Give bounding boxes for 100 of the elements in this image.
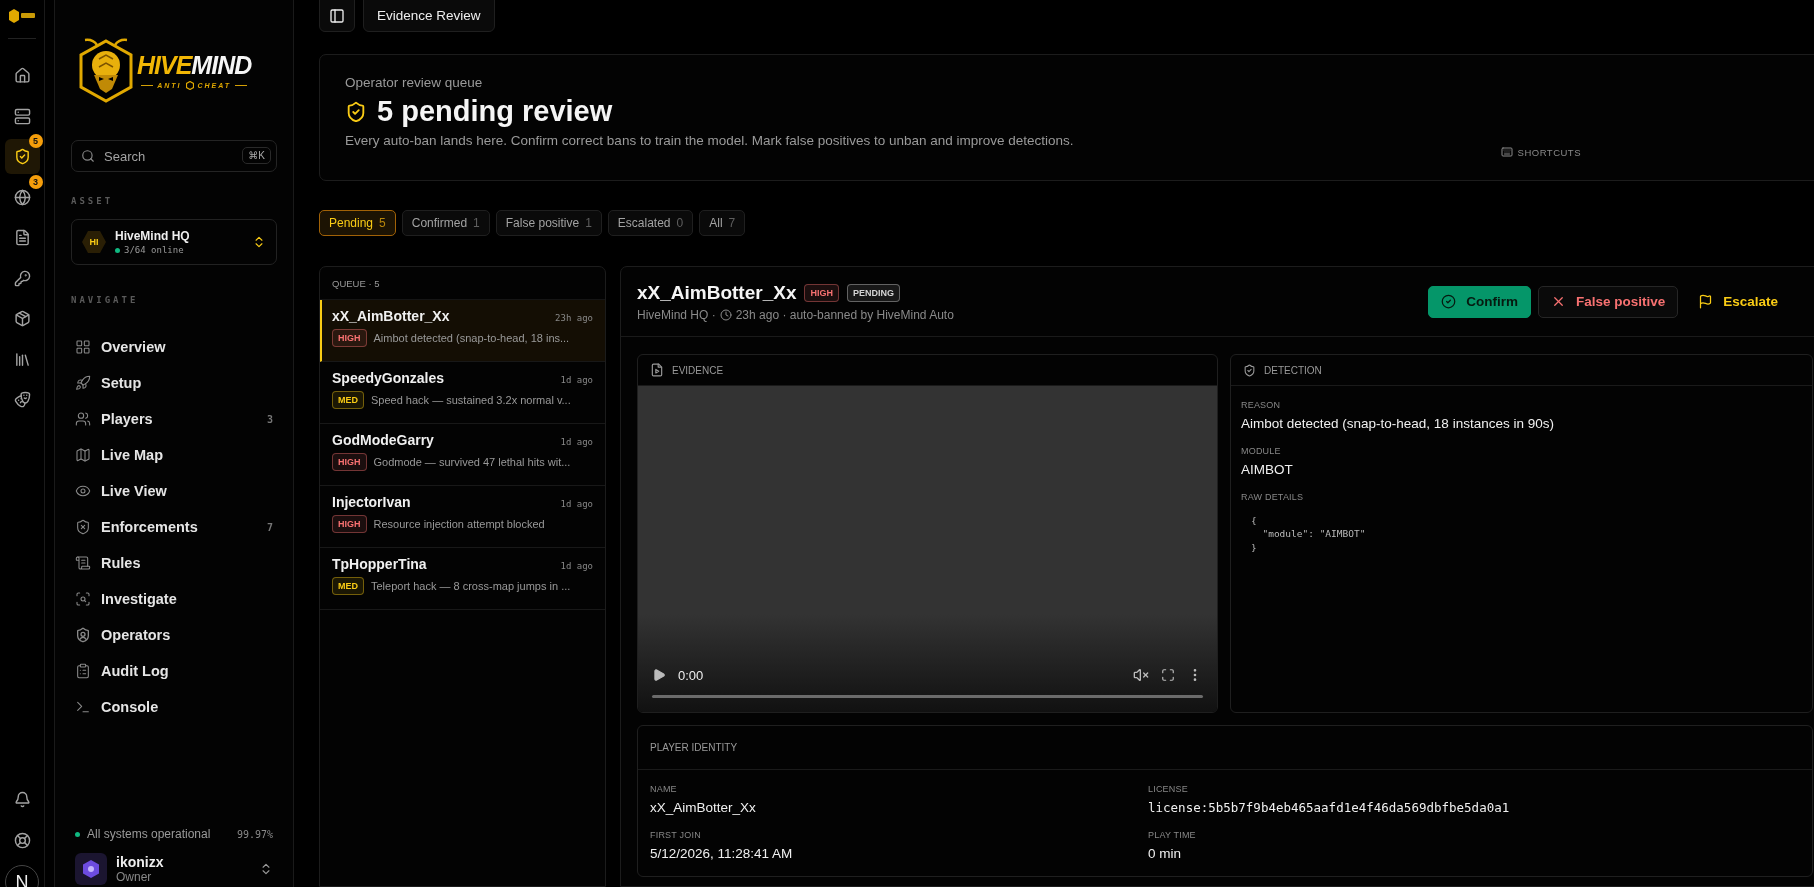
section-label: NAVIGATE bbox=[71, 295, 140, 305]
video-file-icon bbox=[650, 363, 664, 377]
shield-check-icon bbox=[13, 148, 31, 165]
player-name: GodModeGarry bbox=[332, 432, 434, 448]
scroll-icon bbox=[75, 555, 91, 571]
clipboard-icon bbox=[75, 663, 91, 679]
time-ago: 1d ago bbox=[560, 437, 593, 447]
key-icon bbox=[13, 269, 31, 287]
hexagon-icon bbox=[185, 80, 194, 90]
nav-item[interactable]: Live Map bbox=[71, 437, 277, 473]
card-title: DETECTION bbox=[1264, 364, 1322, 376]
users-icon bbox=[75, 411, 91, 427]
shield-user-icon bbox=[75, 627, 91, 643]
user-avatar[interactable] bbox=[75, 853, 107, 885]
field-value: 5/12/2026, 11:28:41 AM bbox=[650, 846, 794, 861]
lifebuoy-icon bbox=[13, 831, 31, 849]
time-ago: 1d ago bbox=[560, 499, 593, 509]
flag-icon bbox=[1698, 294, 1714, 309]
logo-icon[interactable] bbox=[8, 8, 36, 24]
video-time: 0:00 bbox=[678, 667, 704, 683]
sidebar-toggle-button[interactable] bbox=[319, 0, 355, 32]
player-name: TpHopperTina bbox=[332, 556, 427, 572]
ban-meta: 23h ago · auto-banned by HiveMind Auto bbox=[735, 307, 954, 322]
nav-count: 7 bbox=[266, 521, 273, 533]
player-name: xX_AimBotter_Xx bbox=[332, 308, 450, 324]
queue-title: QUEUE · 5 bbox=[332, 277, 380, 289]
field-label: RAW DETAILS bbox=[1241, 492, 1305, 502]
filter-tab[interactable]: All 7 bbox=[699, 210, 746, 236]
online-status: 3/64 online bbox=[115, 245, 243, 255]
shield-check-icon bbox=[345, 100, 367, 123]
time-ago: 1d ago bbox=[560, 561, 593, 571]
ban-reason: Speed hack — sustained 3.2x normal v... bbox=[371, 394, 571, 406]
server-icon bbox=[13, 107, 31, 125]
player-name: xX_AimBotter_Xx bbox=[637, 281, 797, 304]
action-button[interactable]: False positive bbox=[1537, 285, 1679, 318]
asset-name: HiveMind HQ bbox=[115, 229, 191, 243]
breadcrumb-button[interactable]: Evidence Review bbox=[363, 0, 495, 32]
nav-item[interactable]: Enforcements 7 bbox=[71, 509, 277, 545]
field-value: xX_AimBotter_Xx bbox=[650, 800, 757, 815]
nav-item[interactable]: Setup bbox=[71, 365, 277, 401]
nav-item[interactable]: Rules bbox=[71, 545, 277, 581]
system-status: All systems operational bbox=[87, 827, 211, 841]
status-tag: PENDING bbox=[846, 283, 900, 302]
video-player[interactable]: 0:00 bbox=[638, 386, 1217, 712]
nav-item[interactable]: Investigate bbox=[71, 581, 277, 617]
ban-reason: Aimbot detected (snap-to-head, 18 ins... bbox=[373, 332, 570, 344]
nav-item[interactable]: Operators bbox=[71, 617, 277, 653]
eye-icon bbox=[75, 483, 91, 499]
header-eyebrow: Operator review queue bbox=[345, 75, 484, 90]
user-avatar[interactable]: N bbox=[5, 865, 39, 887]
queue-item[interactable]: InjectorIvan 1d ago HIGH Resource injection attempt blocked bbox=[320, 486, 605, 548]
nav-item[interactable]: Players 3 bbox=[71, 401, 277, 437]
severity-tag: HIGH bbox=[332, 329, 367, 347]
field-label: REASON bbox=[1241, 400, 1282, 410]
page-description: Every auto-ban lands here. Confirm correct bans to train the model. Mark false positives to unban and improve detections. bbox=[345, 133, 1075, 148]
nav-item[interactable]: Console bbox=[71, 689, 277, 725]
nav-item[interactable]: Audit Log bbox=[71, 653, 277, 689]
ban-reason: Godmode — survived 47 lethal hits wit... bbox=[373, 456, 571, 468]
uptime-value: 99.97% bbox=[236, 828, 273, 840]
field-value: Aimbot detected (snap-to-head, 18 instances in 90s) bbox=[1241, 416, 1555, 431]
count-badge: 3 bbox=[28, 174, 43, 189]
shield-x-icon bbox=[75, 519, 91, 535]
shortcuts-button[interactable]: SHORTCUTS bbox=[1500, 146, 1581, 158]
action-button[interactable]: Confirm bbox=[1428, 285, 1531, 318]
keyboard-icon bbox=[1500, 146, 1513, 158]
fullscreen-icon[interactable] bbox=[1161, 668, 1175, 682]
filter-tab[interactable]: Escalated 0 bbox=[607, 210, 694, 236]
severity-tag: HIGH bbox=[332, 453, 367, 471]
mute-icon[interactable] bbox=[1133, 667, 1149, 683]
field-label: MODULE bbox=[1241, 446, 1282, 456]
severity-tag: MED bbox=[332, 577, 364, 595]
field-label: LICENSE bbox=[1148, 784, 1189, 794]
queue-item[interactable]: SpeedyGonzales 1d ago MED Speed hack — sustained 3.2x normal v... bbox=[320, 362, 605, 424]
bee-logo bbox=[77, 37, 135, 105]
grid-icon bbox=[75, 339, 91, 355]
package-icon bbox=[13, 310, 31, 327]
rail-button[interactable]: 3 bbox=[0, 174, 45, 215]
rocket-icon bbox=[75, 375, 91, 391]
raw-details-code: { "module": "AIMBOT" } bbox=[1251, 514, 1367, 554]
status-dot bbox=[75, 831, 80, 837]
play-icon[interactable] bbox=[652, 668, 666, 682]
queue-item[interactable]: GodModeGarry 1d ago HIGH Godmode — survived 47 lethal hits wit... bbox=[320, 424, 605, 486]
nav-item[interactable]: Live View bbox=[71, 473, 277, 509]
severity-tag: MED bbox=[332, 391, 364, 409]
nav-item[interactable]: Overview bbox=[71, 329, 277, 365]
ban-reason: Teleport hack — 8 cross-map jumps in ... bbox=[371, 580, 571, 592]
queue-item[interactable]: xX_AimBotter_Xx 23h ago HIGH Aimbot detected (snap-to-head, 18 ins... bbox=[320, 300, 605, 362]
queue-item[interactable]: TpHopperTina 1d ago MED Teleport hack — 8 cross-map jumps in ... bbox=[320, 548, 605, 610]
progress-track[interactable] bbox=[652, 695, 1203, 698]
filter-tab[interactable]: False positive 1 bbox=[495, 210, 602, 236]
action-button[interactable]: Escalate bbox=[1685, 285, 1791, 318]
asset-initials: HI bbox=[82, 231, 106, 253]
ban-reason: Resource injection attempt blocked bbox=[373, 518, 545, 530]
filter-tab[interactable]: Pending 5 bbox=[319, 210, 396, 236]
filter-tab[interactable]: Confirmed 1 bbox=[401, 210, 490, 236]
section-label: ASSET bbox=[71, 196, 115, 206]
asset-selector[interactable]: HI HiveMind HQ 3/64 online bbox=[71, 219, 277, 265]
globe-icon bbox=[13, 188, 31, 206]
server-name: HiveMind HQ · bbox=[637, 307, 716, 322]
library-icon bbox=[13, 350, 31, 368]
